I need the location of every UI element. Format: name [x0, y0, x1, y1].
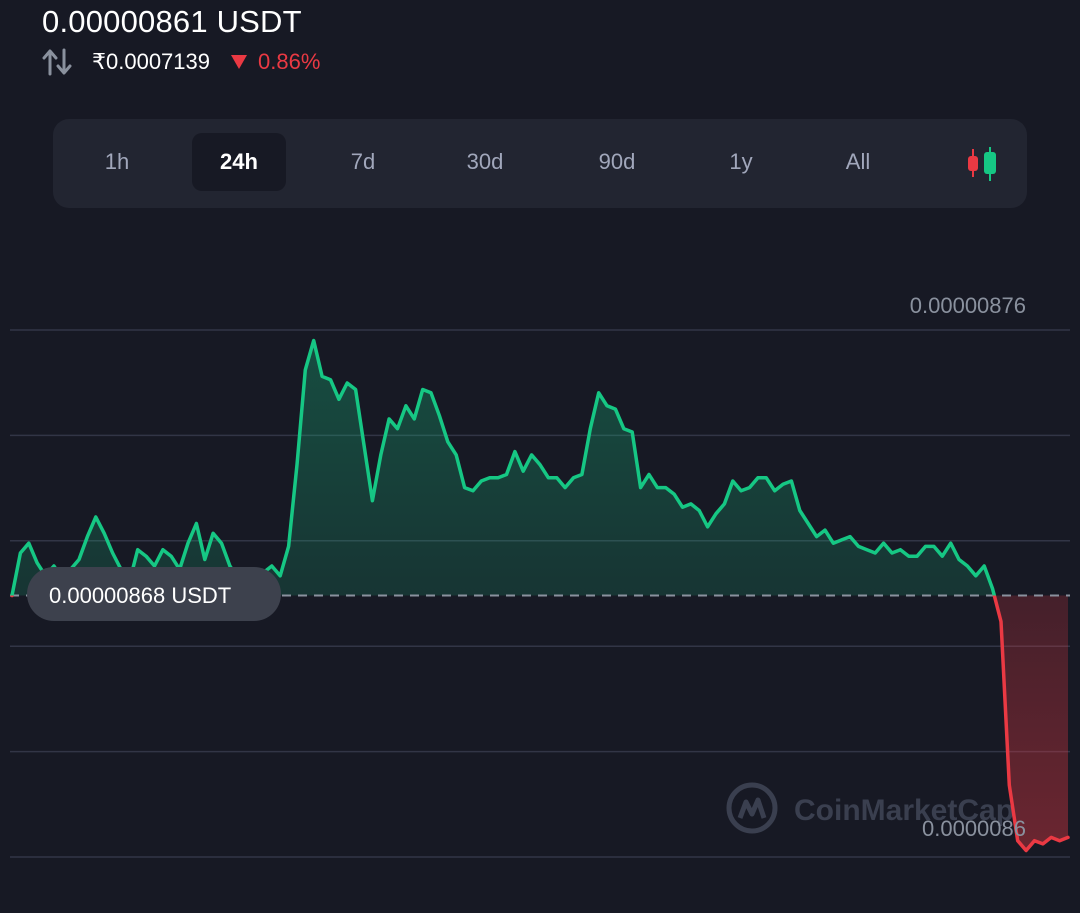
coinmarketcap-logo-icon	[726, 782, 778, 834]
reference-price-label: 0.00000868 USDT	[49, 583, 231, 608]
reference-price-pill: 0.00000868 USDT	[27, 567, 281, 621]
y-tick-label-top: 0.00000876	[910, 293, 1026, 318]
price-chart[interactable]: CoinMarketCap 0.00000876 0.0000086 0.000…	[0, 0, 1080, 913]
y-tick-label-bottom: 0.0000086	[922, 816, 1026, 841]
